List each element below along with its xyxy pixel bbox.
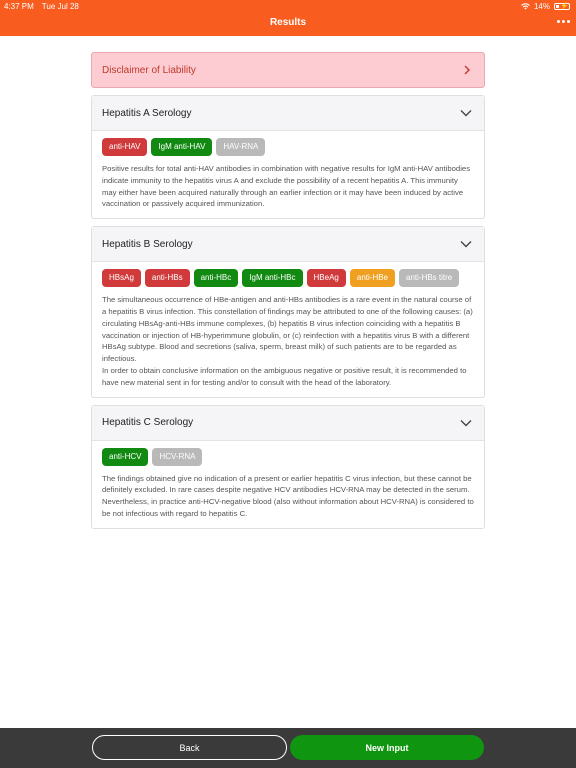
section-title: Hepatitis A Serology (102, 107, 192, 119)
page-title: Results (269, 17, 307, 28)
marker-tag[interactable]: anti-HCV (102, 447, 149, 466)
new-input-button[interactable]: New Input (290, 735, 484, 760)
results-content: Disclaimer of Liability Hepatitis A Sero… (91, 52, 485, 529)
serology-section: Hepatitis B Serology HBsAg anti-HBs anti-HB… (91, 226, 485, 398)
chevron-down-icon (460, 241, 472, 248)
chevron-down-icon (460, 110, 472, 117)
marker-tag[interactable]: HBsAg (102, 269, 141, 288)
marker-tag[interactable]: anti-HAV (102, 138, 148, 156)
wifi-icon (521, 3, 530, 10)
chevron-right-icon (464, 65, 470, 75)
marker-tag[interactable]: HAV-RNA (216, 138, 266, 156)
marker-tag[interactable]: IgM anti-HAV (151, 138, 213, 156)
marker-tag[interactable]: anti-HBs (144, 269, 190, 288)
marker-tag[interactable]: anti-HBs titre (399, 269, 460, 288)
section-title: Hepatitis C Serology (102, 417, 194, 429)
disclaimer-row[interactable]: Disclaimer of Liability (91, 52, 485, 88)
marker-tag[interactable]: HBeAg (306, 269, 346, 288)
more-options-icon[interactable] (557, 20, 570, 23)
description-paragraph: In order to obtain conclusive informatio… (102, 365, 467, 387)
status-indicators: 14% ⚡ (521, 2, 570, 11)
marker-tag[interactable]: HCV-RNA (152, 447, 203, 466)
section-description: The findings obtained give no indication… (102, 473, 474, 520)
marker-tags: anti-HAV IgM anti-HAV HAV-RNA (102, 138, 474, 156)
disclaimer-label: Disclaimer of Liability (102, 64, 196, 76)
description-paragraph: The simultaneous occurrence of HBe-antig… (102, 295, 473, 364)
battery-percent: 14% (533, 2, 550, 11)
section-header[interactable]: Hepatitis A Serology (92, 96, 484, 131)
marker-tags: HBsAg anti-HBs anti-HBc IgM anti-HBc HBeAg an… (102, 269, 474, 288)
section-description: The simultaneous occurrence of HBe-antig… (102, 294, 474, 388)
marker-tag[interactable]: anti-HBc (193, 269, 239, 288)
status-time: 4:37 PM (4, 2, 34, 11)
description-paragraph: The findings obtained give no indication… (102, 473, 474, 518)
section-header[interactable]: Hepatitis C Serology (92, 405, 484, 441)
back-button[interactable]: Back (92, 735, 287, 760)
section-body: anti-HCV HCV-RNA The findings obtained giv… (92, 441, 484, 528)
description-paragraph: Positive results for total anti-HAV anti… (102, 164, 471, 209)
battery-icon: ⚡ (554, 3, 570, 10)
section-title: Hepatitis B Serology (102, 238, 193, 250)
marker-tag[interactable]: anti-HBe (349, 269, 395, 288)
section-header[interactable]: Hepatitis B Serology (92, 227, 484, 263)
serology-section: Hepatitis A Serology anti-HAV IgM anti-HAV… (91, 95, 485, 220)
top-bar: 4:37 PM Tue Jul 28 14% ⚡ Results (0, 0, 576, 36)
serology-section: Hepatitis C Serology anti-HCV HCV-RNA The f… (91, 404, 485, 529)
bottom-bar: Back New Input (0, 728, 576, 768)
section-description: Positive results for total anti-HAV anti… (102, 163, 474, 210)
marker-tags: anti-HCV HCV-RNA (102, 447, 474, 466)
status-bar: 4:37 PM Tue Jul 28 (4, 2, 79, 11)
marker-tag[interactable]: IgM anti-HBc (242, 269, 303, 288)
section-body: HBsAg anti-HBs anti-HBc IgM anti-HBc HBeAg an… (92, 262, 484, 396)
status-date: Tue Jul 28 (41, 2, 79, 11)
section-body: anti-HAV IgM anti-HAV HAV-RNA Positive resu… (92, 131, 484, 218)
chevron-down-icon (460, 419, 472, 427)
